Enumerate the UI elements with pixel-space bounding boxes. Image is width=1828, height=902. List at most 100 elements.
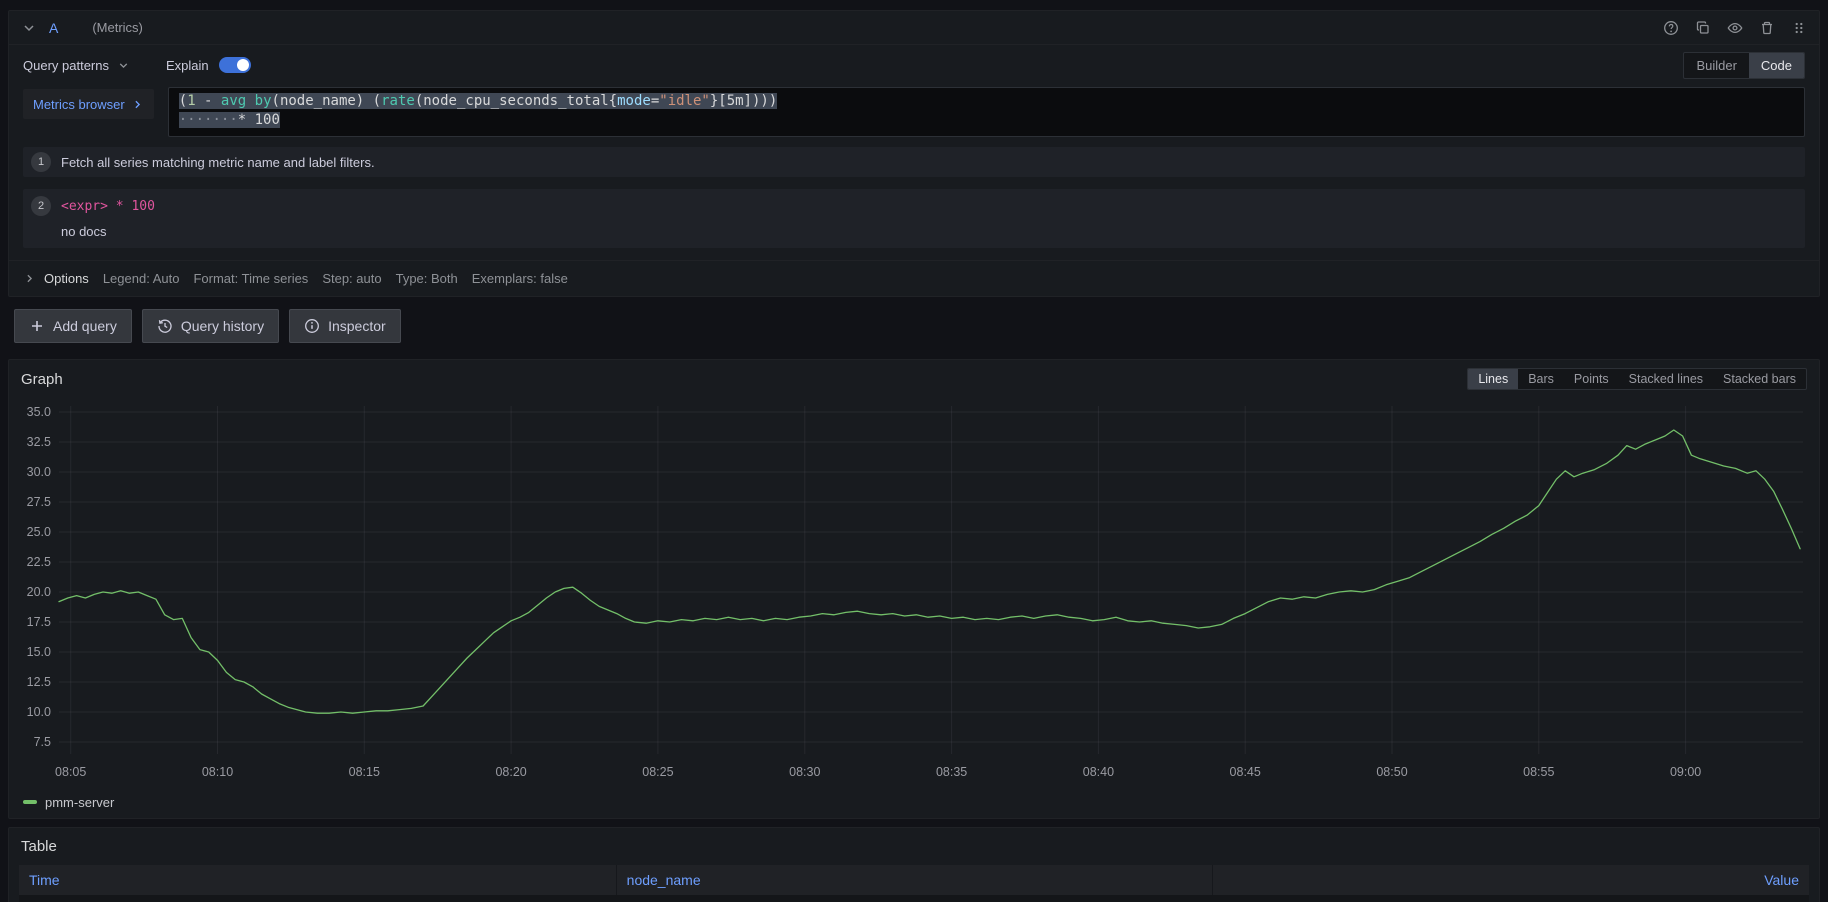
x-axis-tick-label: 08:40 (1083, 765, 1114, 779)
info-icon (304, 318, 320, 334)
query-datasource-label: (Metrics) (92, 20, 143, 35)
y-axis-tick-label: 10.0 (27, 705, 51, 719)
graph-panel: Graph Lines Bars Points Stacked lines St… (8, 359, 1820, 819)
query-options-row: Options Legend: Auto Format: Time series… (9, 260, 1819, 296)
table-panel: Table Time node_name Value (8, 827, 1820, 902)
query-actions (1663, 20, 1807, 36)
step-number-badge: 2 (31, 196, 51, 216)
x-axis-tick-label: 08:50 (1376, 765, 1407, 779)
step-number-badge: 1 (31, 152, 51, 172)
code-token-ws: ······· (179, 112, 238, 128)
inspector-label: Inspector (328, 318, 386, 334)
y-axis-tick-label: 27.5 (27, 495, 51, 509)
graph-style-lines[interactable]: Lines (1468, 369, 1518, 389)
chevron-down-icon (117, 59, 130, 72)
graph-style-bars[interactable]: Bars (1518, 369, 1564, 389)
option-type-summary: Type: Both (396, 271, 458, 286)
code-token-plain: (node_name) ( (272, 93, 382, 109)
graph-style-points[interactable]: Points (1564, 369, 1619, 389)
collapse-query-icon[interactable] (21, 20, 37, 36)
history-icon (157, 318, 173, 334)
table-column-node-name[interactable]: node_name (616, 865, 1213, 895)
metrics-browser-button[interactable]: Metrics browser (23, 89, 154, 119)
x-axis-tick-label: 08:25 (642, 765, 673, 779)
duplicate-icon[interactable] (1695, 20, 1711, 36)
option-exemplars-summary: Exemplars: false (472, 271, 568, 286)
explain-step-text: Fetch all series matching metric name an… (61, 155, 375, 170)
query-editor-card: A (Metrics) (8, 10, 1820, 297)
add-query-label: Add query (53, 318, 117, 334)
x-axis-tick-label: 08:35 (936, 765, 967, 779)
table-column-value[interactable]: Value (1212, 865, 1809, 895)
query-patterns-dropdown[interactable]: Query patterns (23, 58, 130, 73)
code-mode-button[interactable]: Code (1749, 53, 1804, 78)
code-line: ·······* 100 (179, 111, 1794, 130)
x-axis-tick-label: 08:10 (202, 765, 233, 779)
code-token-plain (246, 93, 254, 109)
remove-query-trash-icon[interactable] (1759, 20, 1775, 36)
x-axis-tick-label: 08:15 (349, 765, 380, 779)
plus-icon (29, 318, 45, 334)
graph-style-stacked-bars[interactable]: Stacked bars (1713, 369, 1806, 389)
code-line: (1 - avg by(node_name) (rate(node_cpu_se… (179, 92, 1794, 111)
y-axis-tick-label: 20.0 (27, 585, 51, 599)
promql-code-editor[interactable]: (1 - avg by(node_name) (rate(node_cpu_se… (168, 87, 1805, 137)
query-patterns-label: Query patterns (23, 58, 109, 73)
graph-style-stacked-lines[interactable]: Stacked lines (1619, 369, 1713, 389)
option-step-summary: Step: auto (322, 271, 381, 286)
query-toolbar: Query patterns Explain Builder Code (9, 45, 1819, 85)
options-collapse-toggle[interactable]: Options (23, 271, 89, 286)
code-token-fn: rate (381, 93, 415, 109)
chevron-right-icon (23, 272, 36, 285)
code-token-plain: (node_cpu_seconds_total{ (415, 93, 617, 109)
inspector-button[interactable]: Inspector (289, 309, 401, 343)
y-axis-tick-label: 35.0 (27, 405, 51, 419)
toggle-knob (237, 59, 249, 71)
y-axis-tick-label: 30.0 (27, 465, 51, 479)
legend-series-label: pmm-server (45, 795, 114, 810)
table-header-row: Time node_name Value (19, 865, 1809, 895)
query-row-header: A (Metrics) (9, 11, 1819, 45)
hide-response-eye-icon[interactable] (1727, 20, 1743, 36)
table-column-time[interactable]: Time (19, 865, 616, 895)
explain-switch-field: Explain (166, 57, 251, 73)
query-history-button[interactable]: Query history (142, 309, 279, 343)
code-token-plain: = (651, 93, 659, 109)
explore-actions-row: Add query Query history Inspector (8, 309, 1820, 343)
x-axis-tick-label: 09:00 (1670, 765, 1701, 779)
query-line-1-text: (1 - avg by(node_name) (rate(node_cpu_se… (179, 93, 778, 109)
y-axis-tick-label: 12.5 (27, 675, 51, 689)
y-axis-tick-label: 32.5 (27, 435, 51, 449)
graph-legend-item[interactable]: pmm-server (19, 792, 1809, 812)
code-token-plain: ( (179, 93, 187, 109)
code-token-plain: }[5m]))) (710, 93, 777, 109)
metrics-browser-label: Metrics browser (33, 97, 125, 112)
query-editor-row: Metrics browser (1 - avg by(node_name) (… (23, 87, 1805, 137)
query-history-label: Query history (181, 318, 264, 334)
code-token-fn: avg (221, 93, 246, 109)
query-ref-id[interactable]: A (49, 20, 58, 36)
graph-panel-header: Graph Lines Bars Points Stacked lines St… (19, 366, 1809, 392)
x-axis-tick-label: 08:05 (55, 765, 86, 779)
options-label: Options (44, 271, 89, 286)
option-legend-summary: Legend: Auto (103, 271, 180, 286)
drag-handle-icon[interactable] (1791, 20, 1807, 36)
editor-mode-group: Builder Code (1683, 52, 1805, 79)
time-series-chart[interactable]: 7.510.012.515.017.520.022.525.027.530.03… (19, 394, 1809, 790)
builder-mode-button[interactable]: Builder (1684, 53, 1748, 78)
x-axis-tick-label: 08:45 (1230, 765, 1261, 779)
help-icon[interactable] (1663, 20, 1679, 36)
explain-step-1: 1 Fetch all series matching metric name … (23, 147, 1805, 177)
table-row (19, 895, 1809, 902)
explain-step-docs: no docs (61, 224, 1797, 239)
code-token-num: 1 (187, 93, 195, 109)
add-query-button[interactable]: Add query (14, 309, 132, 343)
query-line-2-text: ·······* 100 (179, 112, 280, 128)
explain-step-2: 2 <expr> * 100 no docs (23, 189, 1805, 248)
explain-toggle[interactable] (219, 57, 251, 73)
option-format-summary: Format: Time series (193, 271, 308, 286)
y-axis-tick-label: 25.0 (27, 525, 51, 539)
x-axis-tick-label: 08:55 (1523, 765, 1554, 779)
x-axis-tick-label: 08:30 (789, 765, 820, 779)
code-token-fn: by (255, 93, 272, 109)
